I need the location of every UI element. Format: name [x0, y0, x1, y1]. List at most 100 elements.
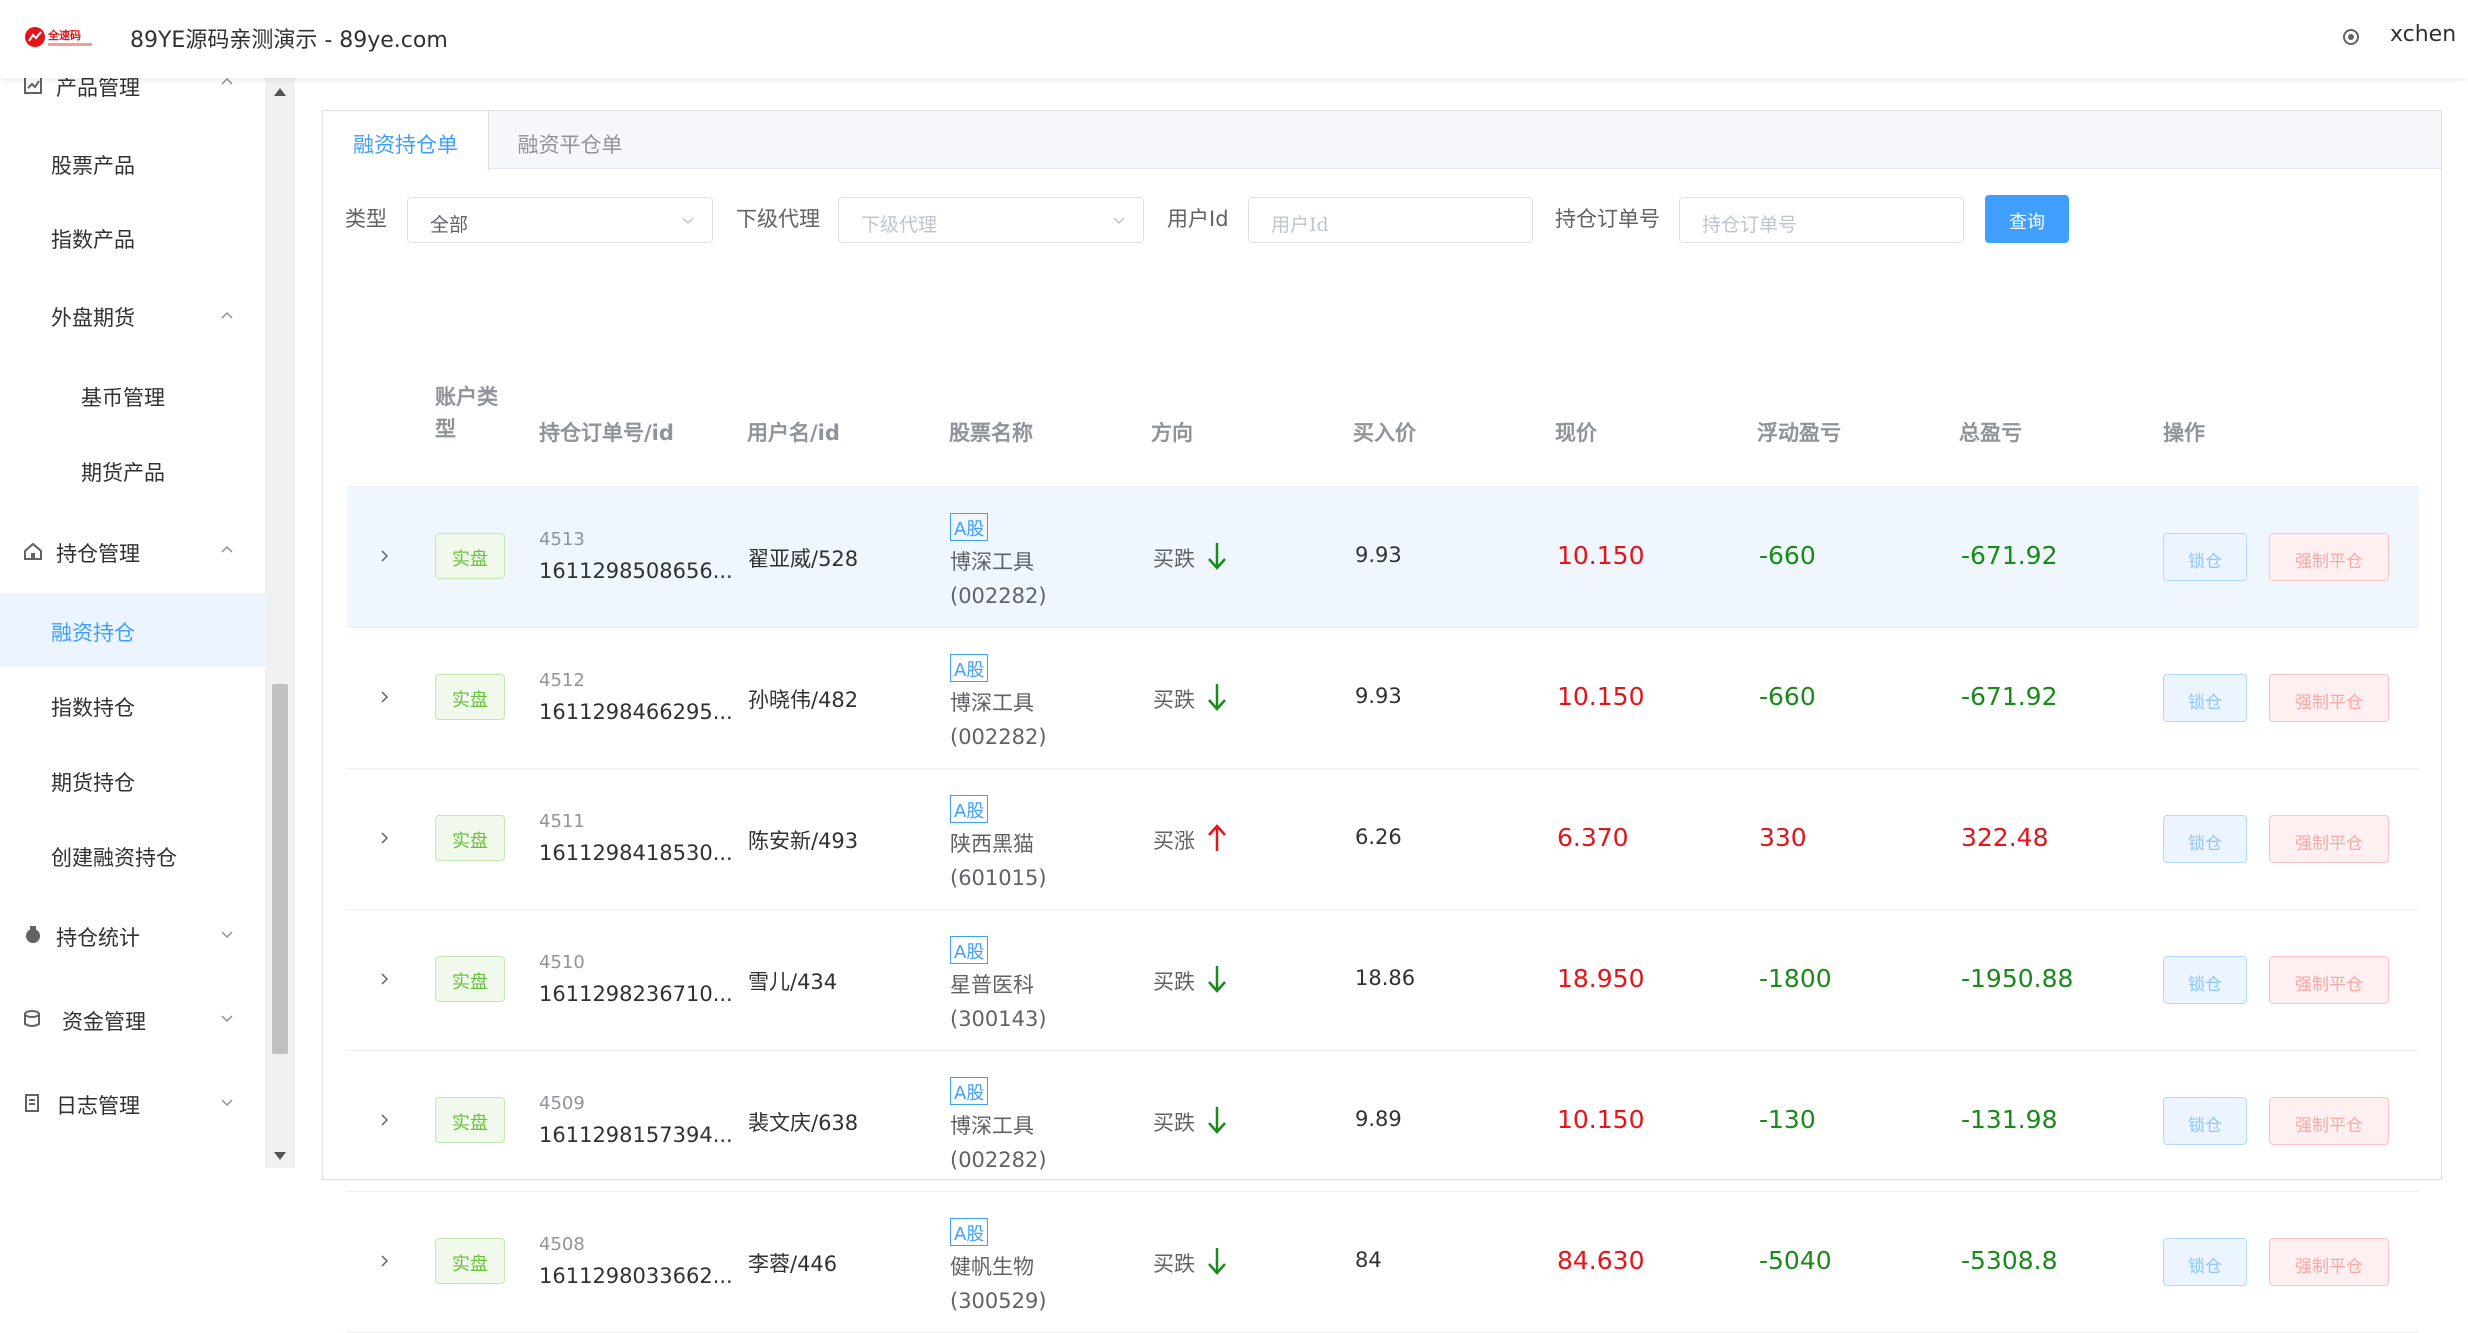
- scroll-up-icon[interactable]: [274, 88, 286, 96]
- direction-text: 买跌: [1153, 1111, 1195, 1135]
- sidebar-item-index-position[interactable]: 指数持仓: [0, 668, 265, 742]
- sidebar-item-position-stats[interactable]: 持仓统计: [0, 898, 265, 972]
- order-label: 持仓订单号: [1555, 207, 1660, 231]
- sidebar-item-label: 创建融资持仓: [51, 846, 177, 870]
- force-close-button[interactable]: 强制平仓: [2269, 674, 2389, 722]
- sidebar-item-label: 指数产品: [51, 228, 135, 252]
- app-title: 89YE源码亲测演示 - 89ye.com: [130, 28, 448, 53]
- table-row: 实盘 4513 1611298508656... 翟亚威/528 A股 博深工具 (002…: [347, 487, 2419, 628]
- total-pl: -671.92: [1961, 541, 2058, 570]
- query-button[interactable]: 查询: [1985, 195, 2069, 243]
- buy-price: 6.26: [1355, 825, 1402, 849]
- order-input[interactable]: 持仓订单号: [1679, 197, 1964, 243]
- sidebar-item-foreign-futures[interactable]: 外盘期货: [0, 280, 265, 354]
- stock-name: 博深工具 (002282): [950, 550, 1047, 608]
- direction-text: 买跌: [1153, 547, 1195, 571]
- username[interactable]: xchen: [2390, 22, 2456, 47]
- settings-icon[interactable]: [2340, 26, 2362, 48]
- lock-button[interactable]: 锁仓: [2163, 956, 2247, 1004]
- th-action: 操作: [2163, 421, 2205, 445]
- userid-input[interactable]: 用户Id: [1248, 197, 1533, 243]
- sidebar-item-futures-position[interactable]: 期货持仓: [0, 743, 265, 817]
- expand-chevron-icon[interactable]: [377, 1254, 391, 1268]
- sidebar-item-margin-position[interactable]: 融资持仓: [0, 593, 265, 667]
- arrow-down-icon: [1208, 1107, 1226, 1134]
- order-number: 1611298157394...: [539, 1123, 733, 1147]
- sidebar-item-base-currency[interactable]: 基币管理: [0, 358, 265, 432]
- now-price: 6.370: [1557, 823, 1629, 852]
- sidebar-item-funds-mgmt[interactable]: 资金管理: [0, 982, 265, 1056]
- sidebar-item-label: 期货产品: [81, 461, 165, 485]
- sidebar-item-futures-product[interactable]: 期货产品: [0, 433, 265, 507]
- table-row: 实盘 4511 1611298418530... 陈安新/493 A股 陕西黑猫 (601…: [347, 769, 2419, 910]
- expand-chevron-icon[interactable]: [377, 549, 391, 563]
- force-close-button[interactable]: 强制平仓: [2269, 1238, 2389, 1286]
- account-type-tag: 实盘: [435, 1097, 505, 1143]
- lock-button[interactable]: 锁仓: [2163, 1238, 2247, 1286]
- order-id: 4513: [539, 529, 585, 550]
- force-close-button[interactable]: 强制平仓: [2269, 815, 2389, 863]
- sidebar-item-label: 融资持仓: [51, 621, 135, 645]
- scroll-thumb[interactable]: [272, 684, 288, 1054]
- lock-button[interactable]: 锁仓: [2163, 815, 2247, 863]
- expand-chevron-icon[interactable]: [377, 972, 391, 986]
- sidebar-item-label: 资金管理: [62, 1010, 146, 1034]
- scroll-down-icon[interactable]: [274, 1152, 286, 1160]
- sidebar-item-label: 产品管理: [56, 78, 140, 100]
- sidebar-item-stock-product[interactable]: 股票产品: [0, 126, 265, 200]
- stock-name: 健帆生物 (300529): [950, 1255, 1047, 1313]
- buy-price: 84: [1355, 1248, 1382, 1272]
- type-select[interactable]: 全部: [407, 197, 713, 243]
- float-pl: 330: [1759, 823, 1807, 852]
- lock-button[interactable]: 锁仓: [2163, 674, 2247, 722]
- order-id: 4511: [539, 811, 585, 832]
- now-price: 84.630: [1557, 1246, 1645, 1275]
- sidebar-item-log-mgmt[interactable]: 日志管理: [0, 1066, 265, 1140]
- userid-label: 用户Id: [1167, 207, 1229, 231]
- stock-name: 星普医科 (300143): [950, 973, 1047, 1031]
- lock-button[interactable]: 锁仓: [2163, 1097, 2247, 1145]
- market-tag: A股: [950, 795, 989, 823]
- chevron-down-icon: [221, 1099, 233, 1107]
- sidebar-item-create-margin-position[interactable]: 创建融资持仓: [0, 818, 265, 892]
- user-name-id: 孙晓伟/482: [748, 688, 859, 712]
- sidebar-item-position-mgmt[interactable]: 持仓管理: [0, 514, 265, 588]
- float-pl: -130: [1759, 1105, 1816, 1134]
- lock-button[interactable]: 锁仓: [2163, 533, 2247, 581]
- table-row: 实盘 4509 1611298157394... 裴文庆/638 A股 博深工具 (002…: [347, 1051, 2419, 1192]
- order-number: 1611298508656...: [539, 559, 733, 583]
- market-tag: A股: [950, 936, 989, 964]
- order-id: 4509: [539, 1093, 585, 1114]
- force-close-button[interactable]: 强制平仓: [2269, 1097, 2389, 1145]
- type-label: 类型: [345, 207, 387, 231]
- arrow-down-icon: [1208, 966, 1226, 993]
- order-number: 1611298466295...: [539, 700, 733, 724]
- sidebar-item-index-product[interactable]: 指数产品: [0, 200, 265, 274]
- userid-placeholder: 用户Id: [1271, 214, 1329, 236]
- logo-icon: 全速码: [25, 27, 92, 47]
- th-direction: 方向: [1151, 421, 1193, 445]
- order-id: 4512: [539, 670, 585, 691]
- user-name-id: 裴文庆/638: [748, 1111, 859, 1135]
- header-divider: [347, 486, 2419, 487]
- th-stock: 股票名称: [949, 421, 1033, 445]
- expand-chevron-icon[interactable]: [377, 690, 391, 704]
- table-row: 实盘 4508 1611298033662... 李蓉/446 A股 健帆生物 (3005…: [347, 1192, 2419, 1333]
- force-close-button[interactable]: 强制平仓: [2269, 533, 2389, 581]
- buy-price: 9.93: [1355, 684, 1402, 708]
- force-close-button[interactable]: 强制平仓: [2269, 956, 2389, 1004]
- expand-chevron-icon[interactable]: [377, 1113, 391, 1127]
- now-price: 10.150: [1557, 682, 1645, 711]
- tab-margin-position[interactable]: 融资持仓单: [323, 111, 489, 170]
- agent-select[interactable]: 下级代理: [838, 197, 1144, 243]
- tab-margin-closed[interactable]: 融资平仓单: [489, 111, 651, 169]
- order-id: 4510: [539, 952, 585, 973]
- arrow-down-icon: [1208, 684, 1226, 711]
- chevron-down-icon: [221, 931, 233, 939]
- sidebar-scrollbar[interactable]: [265, 78, 295, 1168]
- chevron-up-icon: [221, 545, 233, 553]
- chevron-down-icon: [682, 217, 694, 225]
- th-user: 用户名/id: [747, 421, 840, 445]
- th-account-type-label: 账户类型: [435, 385, 498, 441]
- expand-chevron-icon[interactable]: [377, 831, 391, 845]
